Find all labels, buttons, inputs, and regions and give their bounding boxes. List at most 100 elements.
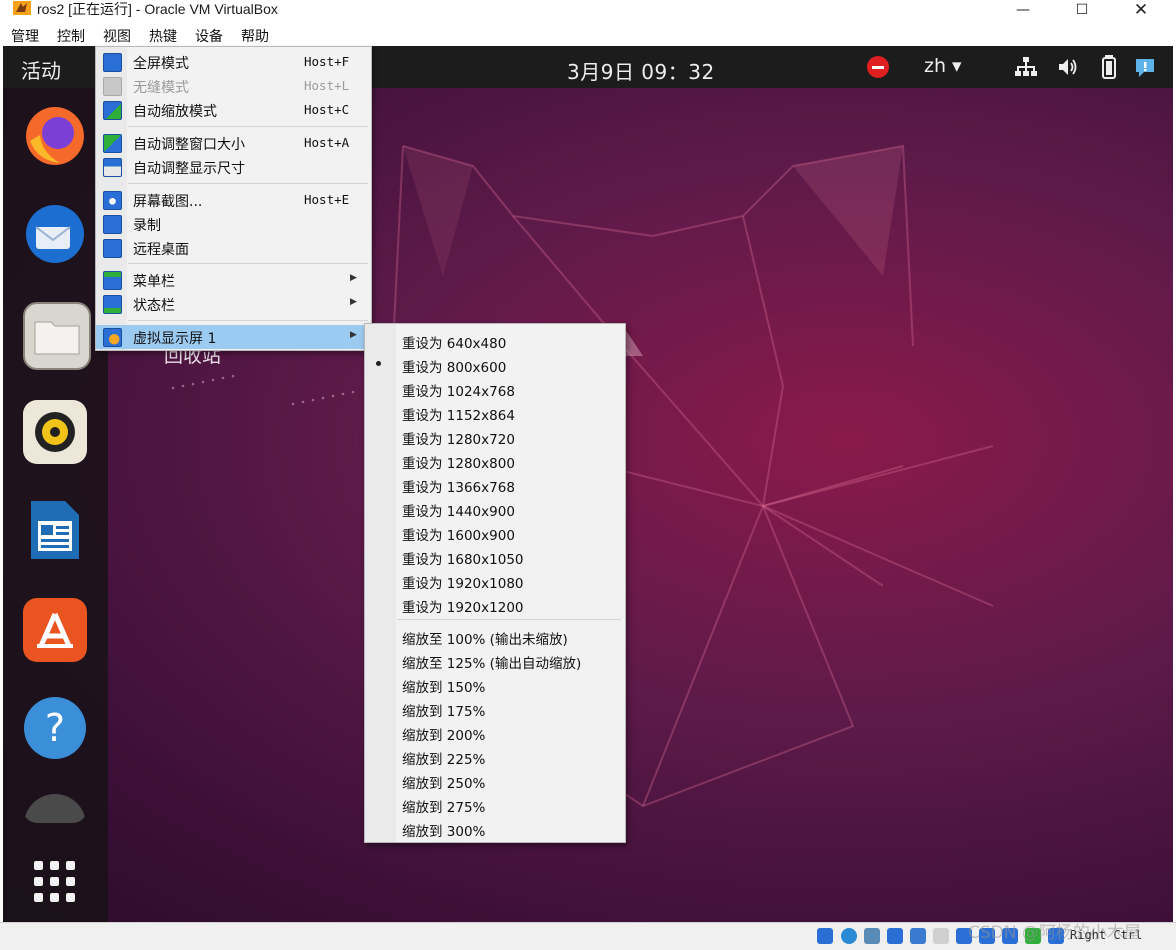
menu-item-remote-desktop[interactable]: 远程桌面	[96, 236, 371, 260]
resize-1920x1080[interactable]: 重设为 1920x1080	[365, 568, 625, 592]
menu-hotkeys[interactable]: 热键	[149, 26, 177, 46]
help-icon[interactable]: ?	[23, 696, 87, 760]
notification-icon[interactable]	[1134, 57, 1156, 79]
software-center-icon[interactable]	[23, 598, 87, 662]
menu-item-statusbar[interactable]: 状态栏 ▶	[96, 292, 371, 316]
scale-150[interactable]: 缩放到 150%	[365, 672, 625, 696]
resize-1680x1050[interactable]: 重设为 1680x1050	[365, 544, 625, 568]
resize-1440x900[interactable]: 重设为 1440x900	[365, 496, 625, 520]
show-apps-icon[interactable]	[23, 850, 87, 914]
menu-separator	[128, 320, 368, 321]
scale-250[interactable]: 缩放到 250%	[365, 768, 625, 792]
minimize-icon[interactable]: —	[1000, 0, 1046, 20]
menu-item-auto-resize[interactable]: 自动调整显示尺寸	[96, 155, 371, 179]
resize-800x600[interactable]: 重设为 800x600	[365, 352, 625, 376]
rhythmbox-icon[interactable]	[23, 400, 87, 464]
scale-225[interactable]: 缩放到 225%	[365, 744, 625, 768]
fullscreen-icon	[103, 53, 122, 72]
virtualbox-app-icon	[13, 1, 31, 15]
resize-1600x900[interactable]: 重设为 1600x900	[365, 520, 625, 544]
scale-200[interactable]: 缩放到 200%	[365, 720, 625, 744]
dock-partial-icon[interactable]	[23, 793, 87, 823]
activities-button[interactable]: 活动	[21, 55, 61, 84]
battery-icon[interactable]	[1099, 54, 1119, 80]
submenu-item-label: 重设为 1152x864	[402, 408, 515, 424]
libreoffice-writer-icon[interactable]	[23, 498, 87, 562]
resize-1152x864[interactable]: 重设为 1152x864	[365, 400, 625, 424]
menu-item-label: 自动缩放模式	[133, 104, 217, 120]
menu-item-seamless[interactable]: 无缝模式 Host+L	[96, 74, 371, 98]
menu-item-label: 状态栏	[133, 298, 175, 314]
menu-manage[interactable]: 管理	[11, 26, 39, 46]
input-language[interactable]: zh ▾	[924, 55, 962, 77]
volume-icon[interactable]	[1057, 56, 1079, 78]
usb-icon[interactable]	[910, 928, 926, 944]
submenu-item-label: 重设为 1600x900	[402, 528, 515, 544]
submenu-item-label: 缩放到 225%	[402, 752, 486, 768]
auto-resize-icon	[103, 158, 122, 177]
submenu-item-label: 缩放到 250%	[402, 776, 486, 792]
menu-item-label: 自动调整显示尺寸	[133, 161, 245, 177]
menu-item-record[interactable]: 录制	[96, 212, 371, 236]
scale-125[interactable]: 缩放至 125% (输出自动缩放)	[365, 648, 625, 672]
menu-item-fullscreen[interactable]: 全屏模式 Host+F	[96, 50, 371, 74]
menu-item-shortcut: Host+E	[304, 192, 350, 207]
resize-1024x768[interactable]: 重设为 1024x768	[365, 376, 625, 400]
menu-item-virtual-screen[interactable]: 虚拟显示屏 1 ▶	[96, 325, 371, 349]
input-language-label: zh	[924, 55, 947, 77]
submenu-item-label: 缩放到 300%	[402, 824, 486, 840]
scale-175[interactable]: 缩放到 175%	[365, 696, 625, 720]
clock[interactable]: 3月9日 09：32	[567, 56, 715, 85]
adjust-window-icon	[103, 134, 122, 153]
submenu-arrow-icon: ▶	[350, 330, 357, 340]
record-icon	[103, 215, 122, 234]
submenu-item-label: 重设为 1920x1200	[402, 600, 524, 616]
shared-folders-icon[interactable]	[933, 928, 949, 944]
window-title-bar: ros2 [正在运行] - Oracle VM VirtualBox — ☐ ✕	[0, 0, 1176, 22]
resize-1366x768[interactable]: 重设为 1366x768	[365, 472, 625, 496]
scale-275[interactable]: 缩放到 275%	[365, 792, 625, 816]
submenu-item-label: 重设为 1680x1050	[402, 552, 524, 568]
scale-100[interactable]: 缩放至 100% (输出未缩放)	[365, 624, 625, 648]
menu-item-shortcut: Host+C	[304, 102, 350, 117]
menu-item-label: 屏幕截图...	[133, 194, 203, 210]
hard-disk-icon[interactable]	[817, 928, 833, 944]
menu-item-menubar[interactable]: 菜单栏 ▶	[96, 268, 371, 292]
submenu-arrow-icon: ▶	[350, 297, 357, 307]
submenu-item-label: 缩放至 125% (输出自动缩放)	[402, 656, 582, 672]
submenu-item-label: 重设为 1366x768	[402, 480, 515, 496]
do-not-disturb-icon[interactable]	[867, 56, 889, 78]
scale-300[interactable]: 缩放到 300%	[365, 816, 625, 840]
submenu-item-label: 重设为 1920x1080	[402, 576, 524, 592]
resize-640x480[interactable]: 重设为 640x480	[365, 328, 625, 352]
resize-1280x720[interactable]: 重设为 1280x720	[365, 424, 625, 448]
menu-item-label: 无缝模式	[133, 80, 189, 96]
svg-text:?: ?	[45, 706, 65, 750]
submenu-item-label: 缩放至 100% (输出未缩放)	[402, 632, 568, 648]
scale-icon	[103, 101, 122, 120]
files-icon[interactable]	[23, 302, 91, 370]
submenu-item-label: 重设为 640x480	[402, 336, 507, 352]
thunderbird-icon[interactable]	[23, 202, 87, 266]
view-menu-dropdown: 全屏模式 Host+F 无缝模式 Host+L 自动缩放模式 Host+C 自动…	[95, 46, 372, 351]
menu-item-adjust-window[interactable]: 自动调整窗口大小 Host+A	[96, 131, 371, 155]
submenu-item-label: 缩放到 175%	[402, 704, 486, 720]
resize-1920x1200[interactable]: 重设为 1920x1200	[365, 592, 625, 616]
firefox-icon[interactable]	[23, 104, 87, 168]
menu-item-label: 全屏模式	[133, 56, 189, 72]
resize-1280x800[interactable]: 重设为 1280x800	[365, 448, 625, 472]
network-icon[interactable]	[1014, 56, 1038, 78]
menu-item-scale-mode[interactable]: 自动缩放模式 Host+C	[96, 98, 371, 122]
menu-item-screenshot[interactable]: 屏幕截图... Host+E	[96, 188, 371, 212]
screenshot-icon	[103, 191, 122, 210]
close-icon[interactable]: ✕	[1118, 0, 1164, 20]
maximize-icon[interactable]: ☐	[1059, 0, 1105, 20]
menu-control[interactable]: 控制	[57, 26, 85, 46]
menubar-icon	[103, 271, 122, 290]
menu-help[interactable]: 帮助	[241, 26, 269, 46]
optical-drive-icon[interactable]	[841, 928, 857, 944]
audio-icon[interactable]	[864, 928, 880, 944]
menu-view[interactable]: 视图	[103, 26, 131, 46]
network-adapter-icon[interactable]	[887, 928, 903, 944]
menu-devices[interactable]: 设备	[195, 26, 223, 46]
